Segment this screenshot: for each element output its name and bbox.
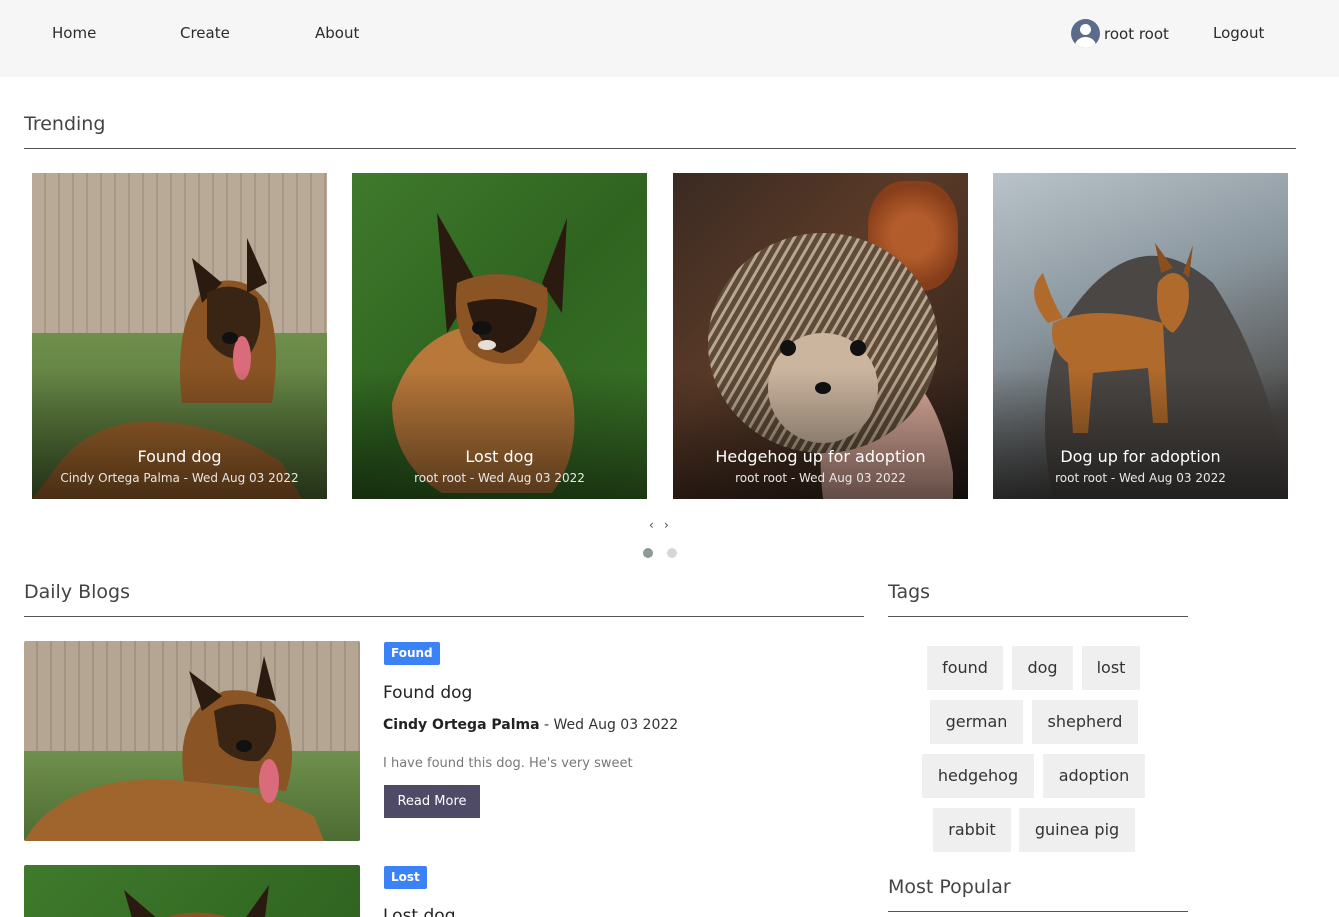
- blog-post-image[interactable]: [24, 641, 360, 841]
- trending-card-found-dog[interactable]: Found dog Cindy Ortega Palma - Wed Aug 0…: [32, 173, 327, 499]
- blog-post-title[interactable]: Found dog: [383, 683, 472, 703]
- carousel-dot[interactable]: [667, 548, 677, 558]
- carousel-next-button[interactable]: ›: [664, 518, 669, 532]
- blog-post-author: Cindy Ortega Palma: [383, 717, 540, 733]
- avatar-head-icon: [1080, 24, 1091, 35]
- trending-divider: [24, 148, 1296, 149]
- blog-post-excerpt: I have found this dog. He's very sweet: [383, 756, 633, 771]
- tag-german[interactable]: german: [930, 700, 1023, 744]
- blog-post-image[interactable]: [24, 865, 360, 917]
- tag-lost[interactable]: lost: [1082, 646, 1140, 690]
- tag-found[interactable]: found: [927, 646, 1003, 690]
- carousel-prev-button[interactable]: ‹: [649, 518, 654, 532]
- carousel-dot-active[interactable]: [643, 548, 653, 558]
- blog-post-meta: Cindy Ortega Palma - Wed Aug 03 2022: [383, 717, 678, 733]
- trending-card-meta: root root - Wed Aug 03 2022: [1055, 471, 1226, 485]
- trending-card-meta: root root - Wed Aug 03 2022: [735, 471, 906, 485]
- trending-card-title: Found dog: [137, 447, 222, 466]
- daily-blogs-title: Daily Blogs: [24, 581, 131, 603]
- read-more-button[interactable]: Read More: [384, 785, 480, 818]
- blog-post-date: Wed Aug 03 2022: [553, 717, 679, 733]
- trending-card-meta: root root - Wed Aug 03 2022: [414, 471, 585, 485]
- navbar: Home Create About root root Logout: [0, 0, 1339, 77]
- german-shepherd-sitting-image: [124, 885, 269, 917]
- tag-guinea-pig[interactable]: guinea pig: [1019, 808, 1135, 852]
- category-badge: Found: [384, 642, 440, 665]
- nav-home-link[interactable]: Home: [52, 24, 96, 42]
- trending-card-lost-dog[interactable]: Lost dog root root - Wed Aug 03 2022: [352, 173, 647, 499]
- trending-card-meta: Cindy Ortega Palma - Wed Aug 03 2022: [60, 471, 299, 485]
- blog-post-title[interactable]: Lost dog: [383, 906, 455, 917]
- tag-shepherd[interactable]: shepherd: [1032, 700, 1138, 744]
- tag-rabbit[interactable]: rabbit: [933, 808, 1011, 852]
- tag-hedgehog[interactable]: hedgehog: [922, 754, 1034, 798]
- category-badge: Lost: [384, 866, 427, 889]
- meta-separator: -: [539, 717, 554, 733]
- most-popular-divider: [888, 911, 1188, 912]
- tag-adoption[interactable]: adoption: [1043, 754, 1145, 798]
- tags-title: Tags: [888, 581, 931, 603]
- nav-about-link[interactable]: About: [315, 24, 359, 42]
- logout-link[interactable]: Logout: [1213, 24, 1264, 42]
- german-shepherd-lying-image: [24, 656, 324, 841]
- avatar: [1071, 19, 1100, 48]
- trending-title: Trending: [24, 113, 106, 135]
- user-name: root root: [1104, 24, 1169, 43]
- most-popular-title: Most Popular: [888, 876, 1011, 898]
- tag-dog[interactable]: dog: [1012, 646, 1073, 690]
- avatar-body-icon: [1075, 37, 1096, 48]
- tags-divider: [888, 616, 1188, 617]
- trending-card-title: Dog up for adoption: [1060, 447, 1221, 466]
- daily-blogs-divider: [24, 616, 864, 617]
- trending-card-dog-adoption[interactable]: Dog up for adoption root root - Wed Aug …: [993, 173, 1288, 499]
- user-menu[interactable]: root root: [1071, 19, 1169, 48]
- trending-card-title: Lost dog: [465, 447, 534, 466]
- nav-create-link[interactable]: Create: [180, 24, 230, 42]
- trending-card-title: Hedgehog up for adoption: [715, 447, 926, 466]
- trending-card-hedgehog[interactable]: Hedgehog up for adoption root root - Wed…: [673, 173, 968, 499]
